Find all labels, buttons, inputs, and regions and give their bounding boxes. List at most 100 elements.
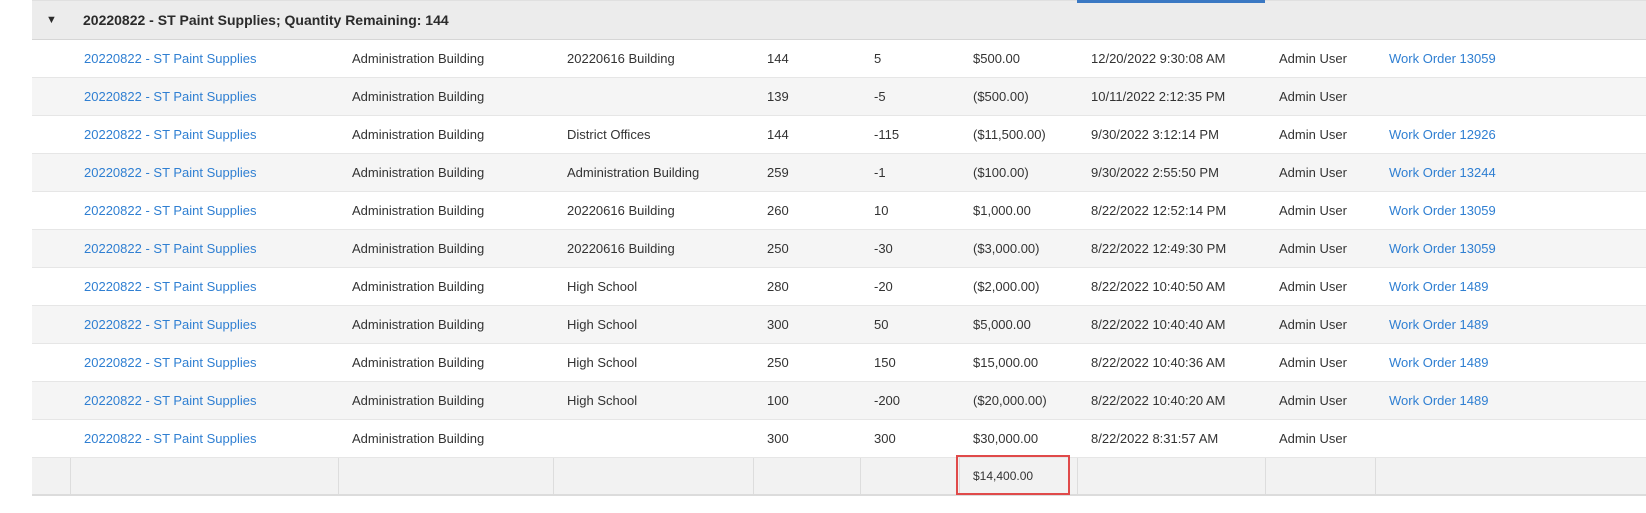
cell-quantity-text: 250 xyxy=(767,241,789,256)
cell-from-location-text: Administration Building xyxy=(352,127,485,142)
cell-quantity-text: 144 xyxy=(767,127,789,142)
cell-from-location: Administration Building xyxy=(339,355,554,370)
table-row[interactable]: 20220822 - ST Paint Supplies Administrati… xyxy=(32,306,1646,344)
cell-item-link-text[interactable]: 20220822 - ST Paint Supplies xyxy=(84,89,257,104)
row-gutter xyxy=(32,230,71,267)
cell-quantity-change-text: 5 xyxy=(874,51,882,66)
cell-item-link: 20220822 - ST Paint Supplies xyxy=(71,355,339,370)
table-row[interactable]: 20220822 - ST Paint Supplies Administrati… xyxy=(32,40,1646,78)
cell-item-link-text[interactable]: 20220822 - ST Paint Supplies xyxy=(84,279,257,294)
cell-item-link-text[interactable]: 20220822 - ST Paint Supplies xyxy=(84,203,257,218)
cell-quantity-change: 150 xyxy=(861,355,960,370)
cell-quantity-change-text: 10 xyxy=(874,203,889,218)
cell-work-order-link: Work Order 1489 xyxy=(1376,317,1576,332)
cell-item-link: 20220822 - ST Paint Supplies xyxy=(71,203,339,218)
table-row[interactable]: 20220822 - ST Paint Supplies Administrati… xyxy=(32,268,1646,306)
cell-work-order-link-text[interactable]: Work Order 1489 xyxy=(1389,317,1488,332)
cell-date: 8/22/2022 10:40:50 AM xyxy=(1078,279,1266,294)
cell-amount-text: ($100.00) xyxy=(973,165,1029,180)
cell-amount-text: $15,000.00 xyxy=(973,355,1039,370)
cell-from-location: Administration Building xyxy=(339,317,554,332)
cell-work-order-link: Work Order 13059 xyxy=(1376,51,1576,66)
cell-quantity-text: 300 xyxy=(767,317,789,332)
cell-work-order-link-text[interactable]: Work Order 13059 xyxy=(1389,203,1496,218)
table-row[interactable]: 20220822 - ST Paint Supplies Administrati… xyxy=(32,116,1646,154)
cell-amount: ($500.00) xyxy=(960,89,1078,104)
cell-user: Admin User xyxy=(1266,165,1376,180)
table-row[interactable]: 20220822 - ST Paint Supplies Administrati… xyxy=(32,154,1646,192)
cell-amount-text: $5,000.00 xyxy=(973,317,1031,332)
cell-from-location-text: Administration Building xyxy=(352,203,485,218)
cell-amount: $30,000.00 xyxy=(960,431,1078,446)
footer-cell-date xyxy=(1078,458,1266,494)
cell-item-link-text[interactable]: 20220822 - ST Paint Supplies xyxy=(84,165,257,180)
cell-work-order-link-text[interactable]: Work Order 12926 xyxy=(1389,127,1496,142)
cell-from-location-text: Administration Building xyxy=(352,241,485,256)
cell-date: 10/11/2022 2:12:35 PM xyxy=(1078,89,1266,104)
cell-date-text: 8/22/2022 8:31:57 AM xyxy=(1091,431,1219,446)
cell-work-order-link-text[interactable]: Work Order 1489 xyxy=(1389,355,1488,370)
footer-cell-change xyxy=(861,458,960,494)
cell-work-order-link-text[interactable]: Work Order 13244 xyxy=(1389,165,1496,180)
cell-work-order-link-text[interactable]: Work Order 13059 xyxy=(1389,51,1496,66)
cell-item-link: 20220822 - ST Paint Supplies xyxy=(71,51,339,66)
cell-work-order-link-text[interactable]: Work Order 13059 xyxy=(1389,241,1496,256)
cell-amount: $500.00 xyxy=(960,51,1078,66)
table-row[interactable]: 20220822 - ST Paint Supplies Administrati… xyxy=(32,420,1646,458)
cell-item-link-text[interactable]: 20220822 - ST Paint Supplies xyxy=(84,393,257,408)
cell-quantity: 300 xyxy=(754,317,861,332)
cell-item-link-text[interactable]: 20220822 - ST Paint Supplies xyxy=(84,317,257,332)
cell-work-order-link-text[interactable]: Work Order 1489 xyxy=(1389,279,1488,294)
cell-date: 8/22/2022 12:49:30 PM xyxy=(1078,241,1266,256)
cell-date-text: 9/30/2022 3:12:14 PM xyxy=(1091,127,1219,142)
footer-cell-item xyxy=(71,458,339,494)
cell-user: Admin User xyxy=(1266,279,1376,294)
cell-quantity: 250 xyxy=(754,355,861,370)
row-gutter xyxy=(32,420,71,457)
cell-from-location-text: Administration Building xyxy=(352,431,485,446)
group-header-row[interactable]: ▼ 20220822 - ST Paint Supplies; Quantity… xyxy=(32,0,1646,40)
cell-item-link-text[interactable]: 20220822 - ST Paint Supplies xyxy=(84,127,257,142)
cell-date: 8/22/2022 10:40:40 AM xyxy=(1078,317,1266,332)
cell-date-text: 8/22/2022 10:40:40 AM xyxy=(1091,317,1226,332)
cell-item-link-text[interactable]: 20220822 - ST Paint Supplies xyxy=(84,51,257,66)
cell-amount: ($100.00) xyxy=(960,165,1078,180)
cell-to-location-text: 20220616 Building xyxy=(567,203,675,218)
cell-to-location-text: High School xyxy=(567,393,638,408)
cell-from-location: Administration Building xyxy=(339,165,554,180)
cell-to-location-text: High School xyxy=(567,279,638,294)
cell-item-link-text[interactable]: 20220822 - ST Paint Supplies xyxy=(84,355,257,370)
cell-item-link-text[interactable]: 20220822 - ST Paint Supplies xyxy=(84,241,257,256)
cell-quantity-text: 139 xyxy=(767,89,789,104)
group-title: 20220822 - ST Paint Supplies; Quantity R… xyxy=(83,12,449,28)
row-gutter xyxy=(32,154,71,191)
cell-item-link-text[interactable]: 20220822 - ST Paint Supplies xyxy=(84,431,257,446)
cell-work-order-link-text[interactable]: Work Order 1489 xyxy=(1389,393,1488,408)
cell-item-link: 20220822 - ST Paint Supplies xyxy=(71,431,339,446)
cell-work-order-link: Work Order 13059 xyxy=(1376,203,1576,218)
cell-quantity-change-text: 50 xyxy=(874,317,889,332)
cell-amount: $5,000.00 xyxy=(960,317,1078,332)
cell-date-text: 8/22/2022 10:40:50 AM xyxy=(1091,279,1226,294)
row-gutter xyxy=(32,344,71,381)
cell-user-text: Admin User xyxy=(1279,51,1347,66)
cell-to-location-text: 20220616 Building xyxy=(567,241,675,256)
caret-down-icon[interactable]: ▼ xyxy=(32,14,71,26)
cell-quantity-change-text: -5 xyxy=(874,89,886,104)
table-row[interactable]: 20220822 - ST Paint Supplies Administrati… xyxy=(32,382,1646,420)
table-row[interactable]: 20220822 - ST Paint Supplies Administrati… xyxy=(32,230,1646,268)
footer-cell-user xyxy=(1266,458,1376,494)
row-gutter xyxy=(32,382,71,419)
table-row[interactable]: 20220822 - ST Paint Supplies Administrati… xyxy=(32,78,1646,116)
cell-to-location: High School xyxy=(554,355,754,370)
cell-user-text: Admin User xyxy=(1279,89,1347,104)
cell-to-location-text: Administration Building xyxy=(567,165,700,180)
cell-quantity-change: 50 xyxy=(861,317,960,332)
cell-quantity-change: -1 xyxy=(861,165,960,180)
cell-to-location: Administration Building xyxy=(554,165,754,180)
table-row[interactable]: 20220822 - ST Paint Supplies Administrati… xyxy=(32,344,1646,382)
cell-amount: ($20,000.00) xyxy=(960,393,1078,408)
cell-quantity-change-text: -200 xyxy=(874,393,901,408)
table-row[interactable]: 20220822 - ST Paint Supplies Administrati… xyxy=(32,192,1646,230)
cell-quantity-text: 300 xyxy=(767,431,789,446)
